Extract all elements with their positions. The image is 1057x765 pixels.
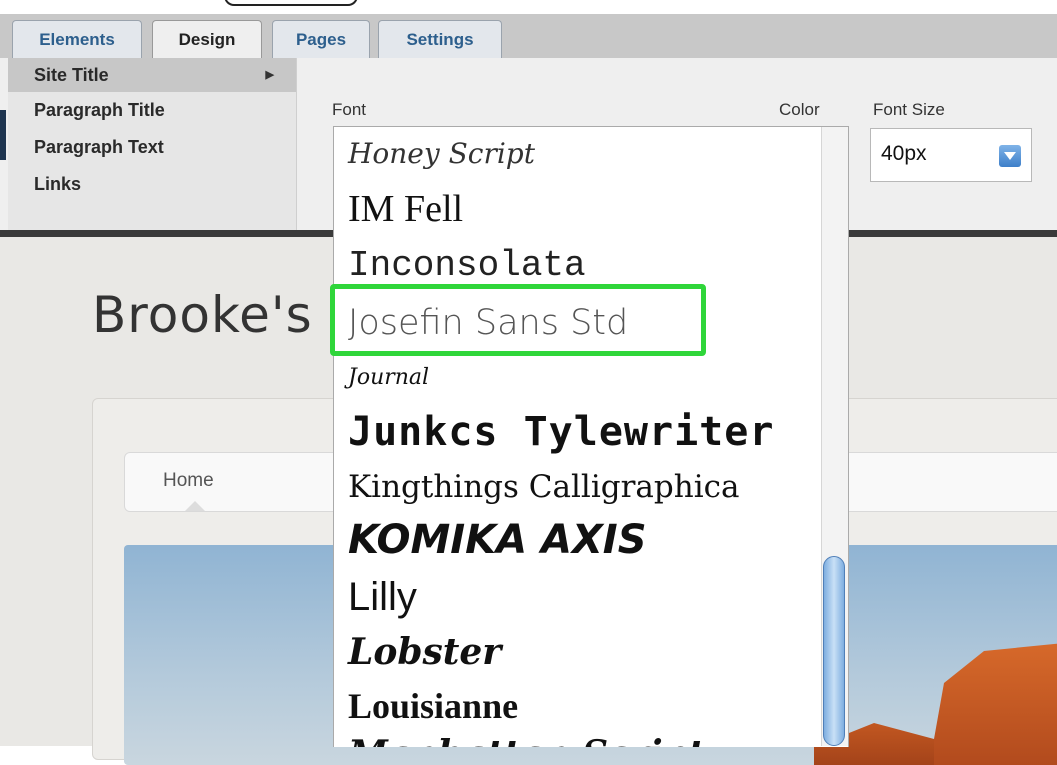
style-menu: Site Title ▶ Paragraph Title Paragraph T…: [8, 58, 297, 230]
menu-item-label: Site Title: [34, 65, 109, 85]
font-dropdown-list[interactable]: Honey Script IM Fell Inconsolata Josefin…: [333, 126, 849, 747]
chevron-down-icon[interactable]: [999, 145, 1021, 167]
font-option[interactable]: Junkcs Tylewriter: [348, 409, 774, 455]
font-option[interactable]: Kingthings Calligraphica: [348, 469, 739, 505]
font-option[interactable]: IM Fell: [348, 187, 463, 231]
font-option[interactable]: Manhattan Script: [348, 733, 705, 747]
font-option[interactable]: Journal: [348, 365, 429, 390]
font-option[interactable]: Louisianne: [348, 685, 518, 727]
font-option[interactable]: Inconsolata: [348, 245, 586, 286]
menu-item-paragraph-title[interactable]: Paragraph Title: [8, 92, 296, 129]
font-option[interactable]: Lobster: [348, 631, 501, 673]
menu-item-label: Paragraph Text: [34, 137, 164, 157]
font-size-value: 40px: [881, 142, 927, 165]
tab-bar: Elements Design Pages Settings: [0, 14, 1057, 60]
menu-item-label: Links: [34, 174, 82, 194]
cursor-edge: [224, 0, 358, 6]
tab-pages[interactable]: Pages: [272, 20, 370, 58]
tab-settings[interactable]: Settings: [378, 20, 502, 58]
panel-edge: [0, 110, 6, 160]
menu-item-site-title[interactable]: Site Title ▶: [8, 58, 296, 92]
menu-item-paragraph-text[interactable]: Paragraph Text: [8, 129, 296, 166]
font-size-select[interactable]: 40px: [870, 128, 1032, 182]
font-option[interactable]: Lilly: [348, 575, 417, 620]
font-option[interactable]: Honey Script: [348, 137, 535, 170]
selected-font-highlight: [330, 284, 706, 356]
nav-pointer-icon: [185, 501, 205, 511]
font-label: Font: [332, 100, 367, 119]
font-option[interactable]: KOMIKA AXIS: [348, 517, 647, 563]
chevron-right-icon: ▶: [265, 69, 274, 81]
font-list-scroll-thumb[interactable]: [823, 556, 845, 746]
font-size-label: Font Size: [873, 100, 945, 119]
menu-item-label: Paragraph Title: [34, 100, 165, 120]
tab-elements[interactable]: Elements: [12, 20, 142, 58]
menu-item-links[interactable]: Links: [8, 166, 296, 203]
tab-design[interactable]: Design: [152, 20, 262, 60]
top-strip: [0, 0, 1057, 14]
color-label: Color: [779, 100, 820, 119]
nav-home-link[interactable]: Home: [163, 470, 214, 492]
site-title[interactable]: Brooke's: [92, 286, 313, 344]
